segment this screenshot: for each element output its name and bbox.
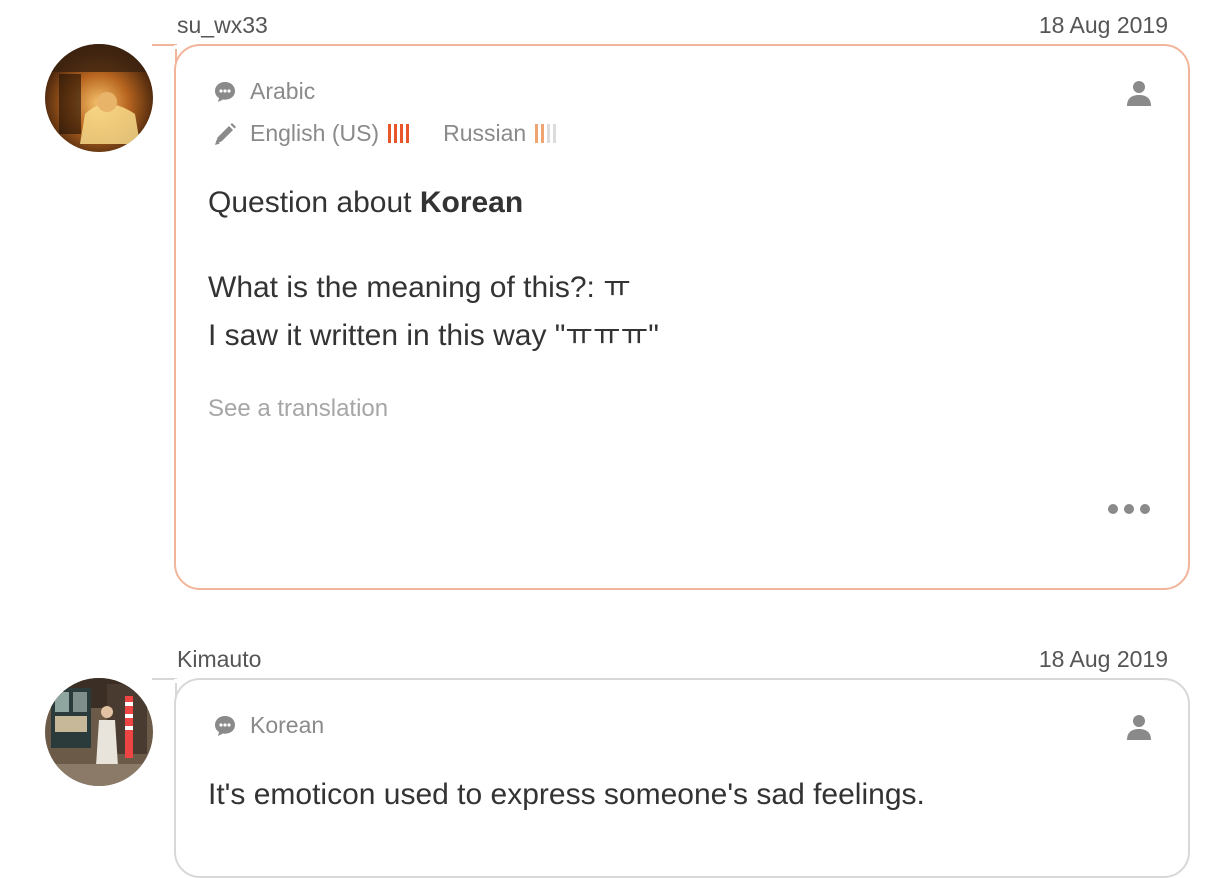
studying-language-label: Russian (443, 120, 527, 146)
studying-languages-row: English (US) Russian (212, 120, 590, 147)
question-bubble: Arabic English (US) Russian Question abo… (174, 44, 1190, 590)
native-language-label: Korean (250, 712, 325, 738)
pencil-icon (212, 121, 238, 147)
native-language-label: Arabic (250, 78, 316, 104)
answer-bubble: Korean It's emoticon used to express som… (174, 678, 1190, 878)
studying-language-label: English (US) (250, 120, 380, 146)
more-options-icon[interactable] (1108, 504, 1150, 514)
question-body: What is the meaning of this?: ㅠ I saw it… (208, 271, 659, 352)
answer-post: Kimauto 18 Aug 2019 Korean It's emoticon… (0, 634, 1230, 878)
question-title: Question about Korean (208, 186, 523, 220)
user-icon[interactable] (1124, 712, 1154, 742)
question-title-prefix: Question about (208, 186, 420, 219)
proficiency-level-indicator (388, 124, 410, 144)
speech-bubble-icon (212, 713, 238, 739)
author-username[interactable]: Kimauto (177, 646, 261, 673)
native-language-row: Arabic (212, 78, 315, 105)
post-date: 18 Aug 2019 (1038, 12, 1168, 38)
author-username[interactable]: su_wx33 (177, 12, 268, 39)
question-language[interactable]: Korean (420, 186, 523, 219)
answer-text: It's emoticon used to express someone's … (208, 778, 925, 811)
avatar[interactable] (45, 678, 153, 786)
speech-bubble-icon (212, 79, 238, 105)
native-language-row: Korean (212, 712, 324, 739)
user-icon[interactable] (1124, 78, 1154, 108)
proficiency-level-indicator (535, 124, 557, 144)
see-translation-link[interactable]: See a translation (208, 395, 388, 423)
avatar[interactable] (45, 44, 153, 152)
post-date: 18 Aug 2019 (1038, 646, 1168, 672)
question-post: su_wx33 18 Aug 2019 Arabic English (US) … (0, 0, 1230, 600)
